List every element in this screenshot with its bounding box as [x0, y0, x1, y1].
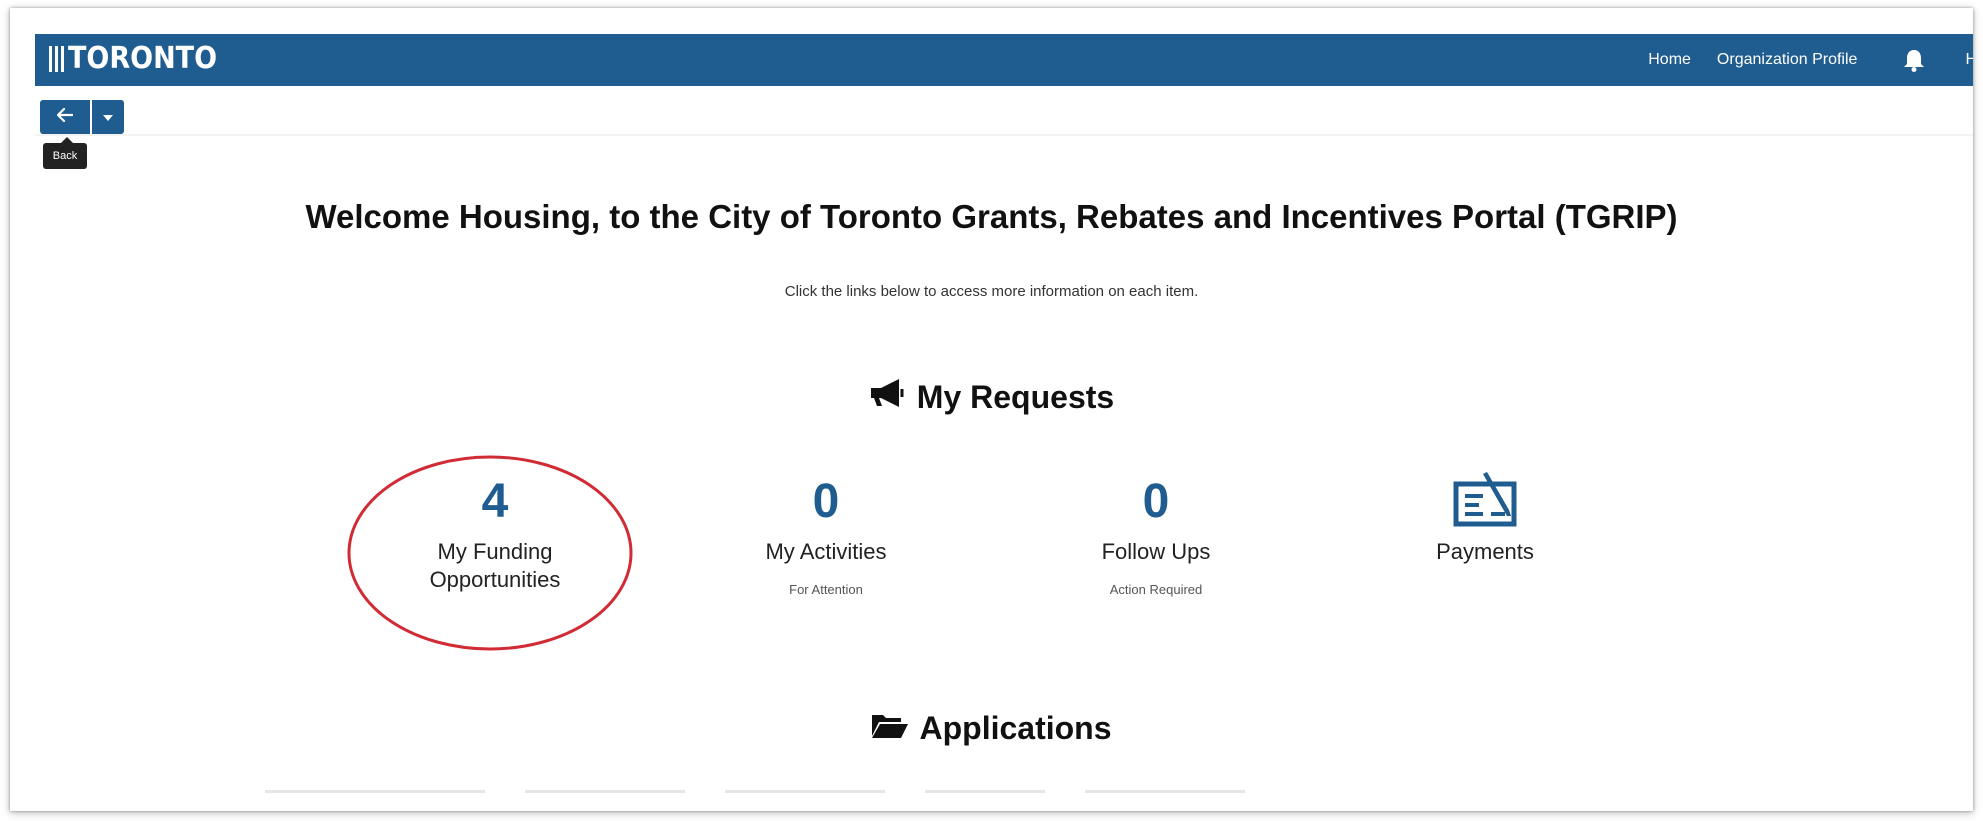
back-tooltip: Back — [43, 137, 87, 169]
top-navigation-bar: TORONTO Home Organization Profile H — [35, 34, 1973, 86]
applications-title: Applications — [919, 710, 1112, 746]
welcome-title: Welcome Housing, to the City of Toronto … — [305, 198, 1678, 235]
bell-icon[interactable] — [1903, 48, 1925, 72]
caret-down-icon — [103, 108, 113, 126]
welcome-subtitle: Click the links below to access more inf… — [784, 283, 1199, 300]
tile-follow-ups[interactable]: 0 Follow Ups Action Required — [1026, 475, 1286, 598]
payment-icon — [1355, 472, 1615, 528]
logo-text: TORONTO — [68, 41, 218, 76]
toronto-logo[interactable]: TORONTO — [49, 42, 217, 76]
screenshot-frame: TORONTO Home Organization Profile H Back — [10, 8, 1973, 811]
my-activities-count: 0 — [812, 475, 840, 528]
follow-ups-label: Follow Ups — [1101, 539, 1211, 564]
nav-organization-profile-link[interactable]: Organization Profile — [1717, 51, 1858, 69]
follow-ups-subtext: Action Required — [1109, 582, 1203, 597]
back-button[interactable] — [40, 100, 90, 134]
applications-tab-row-faint — [265, 790, 1245, 793]
toolbar-divider — [35, 134, 1973, 136]
highlight-circle — [347, 455, 633, 651]
applications-heading: Applications — [10, 710, 1973, 747]
logo-bars-icon — [49, 46, 64, 72]
nav-home-link[interactable]: Home — [1648, 51, 1691, 69]
tile-my-activities[interactable]: 0 My Activities For Attention — [696, 475, 956, 598]
main-nav: Home Organization Profile H — [1648, 34, 1973, 86]
my-activities-subtext: For Attention — [789, 582, 863, 597]
my-requests-title: My Requests — [916, 378, 1115, 415]
back-menu-dropdown-button[interactable] — [92, 100, 124, 134]
my-activities-label: My Activities — [765, 539, 887, 564]
nav-truncated-link[interactable]: H — [1965, 51, 1973, 69]
megaphone-icon — [869, 378, 907, 416]
my-requests-heading: My Requests — [10, 378, 1973, 416]
arrow-left-icon — [56, 107, 74, 127]
tile-payments[interactable]: Payments — [1355, 472, 1615, 566]
follow-ups-count: 0 — [1142, 475, 1170, 528]
payments-label: Payments — [1436, 539, 1534, 564]
folder-open-icon — [871, 710, 909, 747]
